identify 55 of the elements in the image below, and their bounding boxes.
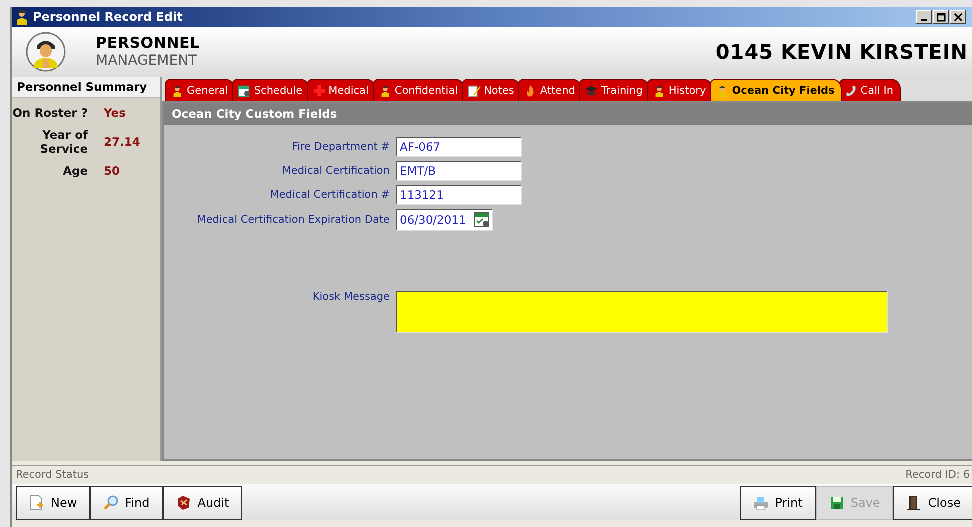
find-button[interactable]: Find bbox=[90, 486, 163, 520]
printer-icon bbox=[753, 495, 770, 511]
close-icon bbox=[954, 12, 962, 22]
summary-value: Yes bbox=[104, 106, 126, 120]
maximize-icon bbox=[936, 12, 946, 22]
minimize-icon bbox=[921, 19, 927, 21]
summary-label: On Roster ? bbox=[12, 106, 88, 120]
window-title: Personnel Record Edit bbox=[33, 10, 184, 24]
save-icon bbox=[828, 495, 845, 511]
phone-icon bbox=[844, 84, 858, 98]
firefighter-icon bbox=[171, 84, 184, 98]
summary-title: Personnel Summary bbox=[12, 77, 160, 98]
tab[interactable]: Training bbox=[579, 79, 650, 101]
new-document-icon bbox=[29, 495, 45, 511]
tab[interactable]: Medical bbox=[306, 79, 376, 101]
tab[interactable]: Call In bbox=[838, 79, 900, 101]
field-label: Kiosk Message bbox=[312, 291, 390, 303]
record-id: Record ID: 6 bbox=[906, 469, 970, 481]
note-icon bbox=[468, 84, 482, 98]
date-field[interactable]: 06/30/2011 bbox=[396, 209, 493, 231]
summary-value: 27.14 bbox=[104, 135, 140, 149]
calendar-icon bbox=[238, 84, 252, 98]
tab[interactable]: Schedule bbox=[232, 79, 310, 101]
field-label: Medical Certification bbox=[281, 165, 390, 177]
app-name: PERSONNEL bbox=[96, 34, 200, 52]
calendar-icon[interactable] bbox=[474, 212, 490, 228]
minimize-button[interactable] bbox=[916, 10, 932, 24]
new-button[interactable]: New bbox=[16, 486, 90, 520]
summary-label: Year of Service bbox=[39, 128, 88, 156]
summary-label: Age bbox=[62, 164, 88, 178]
field-label: Fire Department # bbox=[291, 141, 390, 153]
text-field[interactable]: EMT/B bbox=[396, 161, 522, 181]
maximize-button[interactable] bbox=[933, 10, 949, 24]
text-field[interactable]: 113121 bbox=[396, 185, 522, 205]
audit-button[interactable]: Audit bbox=[162, 486, 242, 520]
summary-value: 50 bbox=[104, 164, 120, 178]
cross-icon bbox=[312, 84, 326, 98]
close-button[interactable]: Close bbox=[893, 486, 972, 520]
door-icon bbox=[906, 495, 922, 511]
field-label: Medical Certification # bbox=[269, 189, 390, 201]
firefighter-icon bbox=[16, 9, 28, 25]
text-field[interactable]: AF-067 bbox=[396, 137, 522, 157]
graduation-cap-icon bbox=[585, 84, 598, 98]
close-button[interactable] bbox=[950, 10, 966, 24]
record-status-label: Record Status bbox=[16, 469, 90, 481]
tab[interactable]: Ocean City Fields bbox=[710, 79, 842, 101]
kiosk-message-field[interactable] bbox=[396, 291, 888, 333]
app-subtitle: MANAGEMENT bbox=[96, 52, 198, 70]
record-title: 0145 KEVIN KIRSTEIN bbox=[716, 40, 968, 64]
search-icon bbox=[103, 495, 120, 511]
firefighter-logo-icon bbox=[26, 32, 66, 72]
panel-title: Ocean City Custom Fields bbox=[164, 103, 972, 125]
field-label: Medical Certification Expiration Date bbox=[196, 214, 390, 226]
print-button[interactable]: Print bbox=[740, 486, 816, 520]
audit-icon bbox=[176, 495, 192, 511]
